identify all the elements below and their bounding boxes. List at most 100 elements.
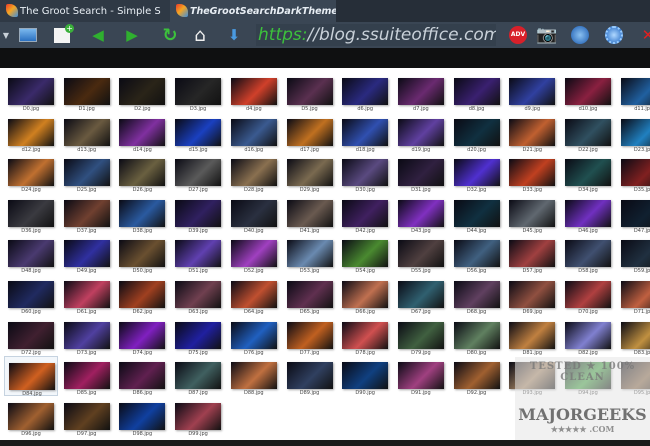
gallery-item[interactable]: D43.jpg [394, 194, 448, 234]
gallery-item[interactable]: D45.jpg [505, 194, 559, 234]
gallery-item[interactable]: D25.jpg [60, 153, 114, 193]
gallery-item[interactable]: D80.jpg [450, 316, 504, 356]
gallery-item[interactable]: D26.jpg [115, 153, 169, 193]
adblock-icon[interactable]: ADV [508, 25, 528, 45]
camera-icon[interactable]: 📷 [536, 25, 557, 45]
gallery-item[interactable]: D75.jpg [171, 316, 225, 356]
gallery-item[interactable]: D41.jpg [283, 194, 337, 234]
download-icon[interactable]: ⬇ [224, 25, 244, 45]
gallery-item[interactable]: D83.jpg [617, 316, 650, 356]
gallery-item[interactable]: D58.jpg [561, 234, 615, 274]
gallery-item[interactable]: D60.jpg [4, 275, 58, 315]
gallery-item[interactable]: d10.jpg [561, 72, 615, 112]
tools-icon[interactable] [570, 25, 590, 45]
gallery-item[interactable]: D81.jpg [505, 316, 559, 356]
gallery-item[interactable]: D35.jpg [617, 153, 650, 193]
gallery-item[interactable]: d4.jpg [227, 72, 281, 112]
gallery-item[interactable]: D46.jpg [561, 194, 615, 234]
gallery-item[interactable]: D76.jpg [227, 316, 281, 356]
gallery-item[interactable]: D54.jpg [338, 234, 392, 274]
gallery-item[interactable]: d17.jpg [283, 113, 337, 153]
back-icon[interactable]: ◀ [88, 25, 108, 45]
gallery-item[interactable]: D65.jpg [283, 275, 337, 315]
gallery-item[interactable]: D47.jpg [617, 194, 650, 234]
gallery-item[interactable]: D50.jpg [115, 234, 169, 274]
gallery-item[interactable]: D91.jpg [394, 356, 448, 396]
gallery-item[interactable]: D74.jpg [115, 316, 169, 356]
gallery-item[interactable]: d12.jpg [4, 113, 58, 153]
gallery-item[interactable]: d9.jpg [505, 72, 559, 112]
gallery-item[interactable]: d13.jpg [60, 113, 114, 153]
gallery-item[interactable]: D29.jpg [283, 153, 337, 193]
gallery-item[interactable]: D73.jpg [60, 316, 114, 356]
gallery-item[interactable]: d16.jpg [227, 113, 281, 153]
gallery-item[interactable]: D67.jpg [394, 275, 448, 315]
gallery-item[interactable]: D84.jpg [4, 356, 58, 397]
gallery-item[interactable]: D23.jpg [617, 113, 650, 153]
gallery-item[interactable]: D39.jpg [171, 194, 225, 234]
gallery-item[interactable]: D72.jpg [4, 316, 58, 356]
gallery-item[interactable]: D51.jpg [171, 234, 225, 274]
gallery-item[interactable]: D57.jpg [505, 234, 559, 274]
gallery-item[interactable]: D52.jpg [227, 234, 281, 274]
gallery-item[interactable]: D66.jpg [338, 275, 392, 315]
gallery-item[interactable]: D42.jpg [338, 194, 392, 234]
gallery-item[interactable]: D5.jpg [283, 72, 337, 112]
gallery-item[interactable]: D88.jpg [227, 356, 281, 396]
gallery-item[interactable]: D2.jpg [115, 72, 169, 112]
gallery-item[interactable]: D22.jpg [561, 113, 615, 153]
gallery-item[interactable]: D30.jpg [338, 153, 392, 193]
gallery-item[interactable]: D32.jpg [450, 153, 504, 193]
gallery-item[interactable]: D33.jpg [505, 153, 559, 193]
new-tab-icon[interactable]: + [52, 23, 74, 45]
gallery-item[interactable]: D53.jpg [283, 234, 337, 274]
gallery-item[interactable]: D86.jpg [115, 356, 169, 396]
gallery-item[interactable]: D77.jpg [283, 316, 337, 356]
gallery-item[interactable]: D99.jpg [171, 397, 225, 437]
forward-icon[interactable]: ▶ [122, 25, 142, 45]
gallery-item[interactable]: D64.jpg [227, 275, 281, 315]
gallery-item[interactable]: D85.jpg [60, 356, 114, 396]
gallery-item[interactable]: D1.jpg [60, 72, 114, 112]
gallery-item[interactable]: D69.jpg [505, 275, 559, 315]
gallery-item[interactable]: D63.jpg [171, 275, 225, 315]
gallery-item[interactable]: D79.jpg [394, 316, 448, 356]
gallery-item[interactable]: D90.jpg [338, 356, 392, 396]
gallery-item[interactable]: D38.jpg [115, 194, 169, 234]
gallery-item[interactable]: D48.jpg [4, 234, 58, 274]
monitor-icon[interactable] [18, 25, 38, 45]
gallery-item[interactable]: D28.jpg [227, 153, 281, 193]
gallery-item[interactable]: D92.jpg [450, 356, 504, 396]
tab-dark-theme-wall[interactable]: TheGrootSearchDarkThemeWall [170, 0, 336, 22]
gallery-item[interactable]: D82.jpg [561, 316, 615, 356]
gallery-item[interactable]: D34.jpg [561, 153, 615, 193]
gallery-item[interactable]: D55.jpg [394, 234, 448, 274]
gallery-item[interactable]: D24.jpg [4, 153, 58, 193]
gallery-item[interactable]: d7.jpg [394, 72, 448, 112]
gallery-item[interactable]: D89.jpg [283, 356, 337, 396]
gallery-item[interactable]: D56.jpg [450, 234, 504, 274]
gallery-item[interactable]: D96.jpg [4, 397, 58, 437]
gallery-item[interactable]: d6.jpg [338, 72, 392, 112]
home-icon[interactable]: ⌂ [190, 25, 210, 46]
gallery-item[interactable]: d8.jpg [450, 72, 504, 112]
gallery-item[interactable]: D78.jpg [338, 316, 392, 356]
gallery-item[interactable]: D40.jpg [227, 194, 281, 234]
gallery-item[interactable]: d18.jpg [338, 113, 392, 153]
gallery-item[interactable]: D27.jpg [171, 153, 225, 193]
gallery-item[interactable]: d11.jpg [617, 72, 650, 112]
gallery-item[interactable]: D97.jpg [60, 397, 114, 437]
gallery-item[interactable]: D21.jpg [505, 113, 559, 153]
gallery-item[interactable]: D68.jpg [450, 275, 504, 315]
tab-groot-search[interactable]: The Groot Search - Simple S [0, 0, 170, 22]
gallery-item[interactable]: d20.jpg [450, 113, 504, 153]
gallery-item[interactable]: D44.jpg [450, 194, 504, 234]
gallery-item[interactable]: D49.jpg [60, 234, 114, 274]
gallery-item[interactable]: D31.jpg [394, 153, 448, 193]
refresh-icon[interactable]: ↻ [160, 25, 180, 46]
settings-gear-icon[interactable] [604, 25, 624, 45]
gallery-item[interactable]: d15.jpg [171, 113, 225, 153]
gallery-item[interactable]: d19.jpg [394, 113, 448, 153]
gallery-item[interactable]: D0.jpg [4, 72, 58, 112]
gallery-item[interactable]: D71.jpg [617, 275, 650, 315]
